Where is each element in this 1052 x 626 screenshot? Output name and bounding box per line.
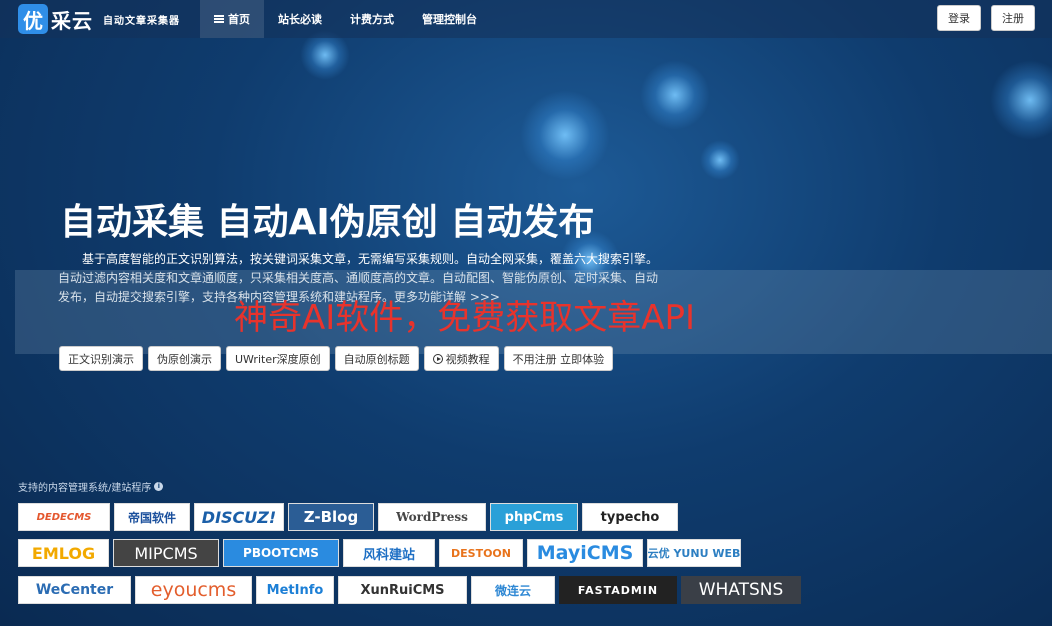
hero-title: 自动采集 自动AI伪原创 自动发布: [60, 202, 595, 243]
brand-slogan: 自动文章采集器: [103, 15, 180, 27]
play-icon: [432, 353, 443, 364]
logo-text: XunRuiCMS: [360, 582, 445, 598]
emlog-logo[interactable]: EMLOG: [18, 539, 109, 567]
uwriter-button[interactable]: UWriter深度原创: [226, 346, 330, 371]
cms-label-text: 支持的内容管理系统/建站程序: [18, 483, 152, 494]
nav-item-console[interactable]: 管理控制台: [408, 0, 491, 38]
logo-text: 微连云: [494, 583, 531, 598]
nav-item-label: 管理控制台: [422, 13, 477, 26]
logo-text: Z-Blog: [303, 508, 359, 526]
overlay-banner-text: 神奇AI软件，免费获取文章API: [234, 298, 696, 338]
logo-text: MayiCMS: [536, 542, 634, 564]
info-icon: i: [154, 482, 164, 491]
brand-logo-link[interactable]: 优 采云 自动文章采集器: [0, 0, 200, 38]
phpcms-logo[interactable]: phpCms: [490, 503, 578, 531]
logo-text: 云优 YUNU WEB: [647, 547, 741, 560]
video-tutorial-label: 视频教程: [445, 352, 490, 366]
brand-name: 采云: [51, 8, 93, 33]
nav-item-label: 计费方式: [350, 13, 394, 26]
metinfo-logo[interactable]: MetInfo: [256, 576, 334, 604]
wecenter-logo[interactable]: WeCenter: [18, 576, 131, 604]
nav-item-label: 首页: [228, 13, 250, 26]
nav-item-pricing[interactable]: 计费方式: [336, 0, 408, 38]
nav-item-webmaster-guide[interactable]: 站长必读: [264, 0, 336, 38]
fengke-logo[interactable]: 风科建站: [343, 539, 435, 567]
register-button[interactable]: 注册: [991, 5, 1035, 31]
logo-text: PBOOTCMS: [243, 546, 319, 560]
weilianyun-logo[interactable]: 微连云: [471, 576, 555, 604]
xunruicms-logo[interactable]: XunRuiCMS: [338, 576, 467, 604]
yunu-logo[interactable]: 云优 YUNU WEB: [647, 539, 741, 567]
logo-text: WordPress: [396, 510, 468, 524]
logo-text: MIPCMS: [134, 543, 198, 563]
cms-logo-row: WeCenter eyoucms MetInfo XunRuiCMS 微连云 F…: [18, 576, 801, 604]
logo-text: WeCenter: [35, 582, 114, 598]
background-glow: [700, 140, 740, 180]
background-glow: [990, 60, 1052, 140]
logo-text: phpCms: [504, 509, 564, 525]
discuz-logo[interactable]: DISCUZ!: [194, 503, 284, 531]
list-icon: [214, 15, 224, 23]
mayicms-logo[interactable]: MayiCMS: [527, 539, 643, 567]
logo-icon: 优: [18, 4, 48, 34]
hero-button-row: 正文识别演示 伪原创演示 UWriter深度原创 自动原创标题 视频教程 不用注…: [59, 346, 614, 371]
logo-text: DESTOON: [451, 546, 511, 560]
diguo-logo[interactable]: 帝国软件: [114, 503, 190, 531]
login-button[interactable]: 登录: [937, 5, 981, 31]
background-glow: [640, 60, 710, 130]
pseudo-original-demo-button[interactable]: 伪原创演示: [148, 346, 221, 371]
dedecms-logo[interactable]: DEDECMS: [18, 503, 110, 531]
top-navbar: 优 采云 自动文章采集器 首页 站长必读 计费方式 管理控制台: [0, 0, 1052, 38]
try-now-button[interactable]: 不用注册 立即体验: [503, 346, 614, 371]
fastadmin-logo[interactable]: FASTADMIN: [559, 576, 677, 604]
logo-text: FASTADMIN: [577, 583, 659, 597]
logo-text: DEDECMS: [36, 511, 92, 523]
logo-text: EMLOG: [31, 543, 96, 563]
logo-text: eyoucms: [150, 579, 237, 601]
whatsns-logo[interactable]: WHATSNS: [681, 576, 801, 604]
logo-text: 风科建站: [362, 547, 415, 563]
destoon-logo[interactable]: DESTOON: [439, 539, 523, 567]
logo-text: DISCUZ!: [201, 507, 277, 527]
nav-item-home[interactable]: 首页: [200, 0, 264, 38]
typecho-logo[interactable]: typecho: [582, 503, 678, 531]
auto-title-button[interactable]: 自动原创标题: [334, 346, 419, 371]
logo-text: MetInfo: [266, 582, 324, 598]
text-recognition-demo-button[interactable]: 正文识别演示: [59, 346, 143, 371]
pbootcms-logo[interactable]: PBOOTCMS: [223, 539, 339, 567]
cms-logo-row: DEDECMS 帝国软件 DISCUZ! Z-Blog WordPress ph…: [18, 503, 678, 531]
cms-logo-row: EMLOG MIPCMS PBOOTCMS 风科建站 DESTOON MayiC…: [18, 539, 741, 567]
zblog-logo[interactable]: Z-Blog: [288, 503, 374, 531]
wordpress-logo[interactable]: WordPress: [378, 503, 486, 531]
nav-item-label: 站长必读: [278, 13, 322, 26]
mipcms-logo[interactable]: MIPCMS: [113, 539, 219, 567]
logo-text: typecho: [600, 509, 660, 525]
cms-section-label: 支持的内容管理系统/建站程序 i: [18, 479, 164, 494]
background-glow: [520, 90, 610, 180]
eyoucms-logo[interactable]: eyoucms: [135, 576, 252, 604]
logo-text: 帝国软件: [127, 510, 176, 525]
video-tutorial-button[interactable]: 视频教程: [423, 346, 499, 371]
logo-text: WHATSNS: [698, 580, 784, 600]
